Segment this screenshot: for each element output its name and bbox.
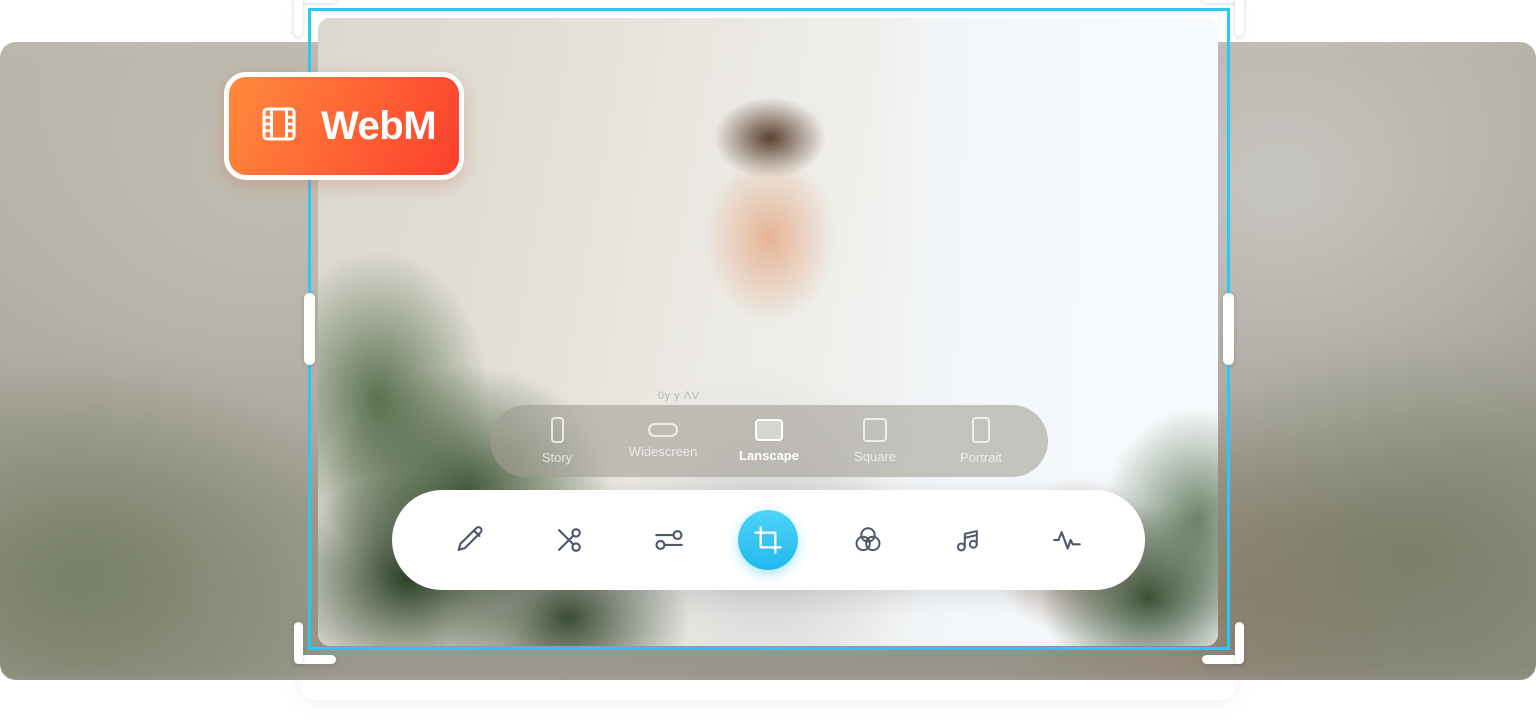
- crop-edge-bottom: [308, 647, 1230, 650]
- crop-edge-top: [308, 8, 1230, 11]
- tool-filters[interactable]: [838, 510, 898, 570]
- tool-crop[interactable]: [738, 510, 799, 570]
- crop-icon: [752, 524, 784, 556]
- aspect-option-widescreen[interactable]: Widescreen: [615, 423, 711, 459]
- format-badge-webm: WebM: [224, 72, 464, 180]
- aspect-option-portrait[interactable]: Portrait: [933, 417, 1029, 465]
- film-strip-icon: [259, 104, 299, 149]
- aspect-portrait-icon: [972, 417, 990, 443]
- color-mix-icon: [852, 524, 884, 556]
- aspect-ratio-bar[interactable]: Story Widescreen Lanscape Square Portrai…: [490, 405, 1048, 477]
- crop-handle-right-edge[interactable]: [1223, 293, 1234, 365]
- crop-handle-top-left[interactable]: [294, 0, 336, 36]
- aspect-story-icon: [550, 417, 564, 443]
- aspect-option-label: Story: [541, 450, 573, 465]
- crop-handle-top-right[interactable]: [1202, 0, 1244, 36]
- tool-edit-pencil[interactable]: [440, 510, 500, 570]
- tool-audio[interactable]: [938, 510, 998, 570]
- crop-handle-bottom-right[interactable]: [1202, 622, 1244, 664]
- crop-handle-bottom-left[interactable]: [294, 622, 336, 664]
- video-editor-screen: 0y y ΛV WebM Story Widescreen Lanscape S…: [0, 0, 1536, 728]
- aspect-square-icon: [863, 418, 887, 442]
- format-badge-label: WebM: [321, 103, 437, 148]
- aspect-widescreen-icon: [648, 423, 678, 437]
- waveform-icon: [1050, 523, 1084, 557]
- scissors-icon: [552, 523, 586, 557]
- sliders-icon: [652, 523, 686, 557]
- crop-handle-left-edge[interactable]: [304, 293, 315, 365]
- aspect-option-label: Lanscape: [739, 448, 799, 463]
- aspect-option-story[interactable]: Story: [509, 417, 605, 465]
- aspect-option-label: Portrait: [960, 450, 1002, 465]
- aspect-option-landscape[interactable]: Lanscape: [721, 419, 817, 463]
- aspect-option-label: Square: [854, 449, 896, 464]
- aspect-landscape-icon: [755, 419, 783, 441]
- tool-effects[interactable]: [1037, 510, 1097, 570]
- tool-trim-cut[interactable]: [539, 510, 599, 570]
- music-note-icon: [952, 524, 984, 556]
- pencil-icon: [453, 523, 487, 557]
- editor-toolbar[interactable]: [392, 490, 1145, 590]
- tool-adjust[interactable]: [639, 510, 699, 570]
- aspect-option-label: Widescreen: [628, 444, 698, 459]
- aspect-option-square[interactable]: Square: [827, 418, 923, 464]
